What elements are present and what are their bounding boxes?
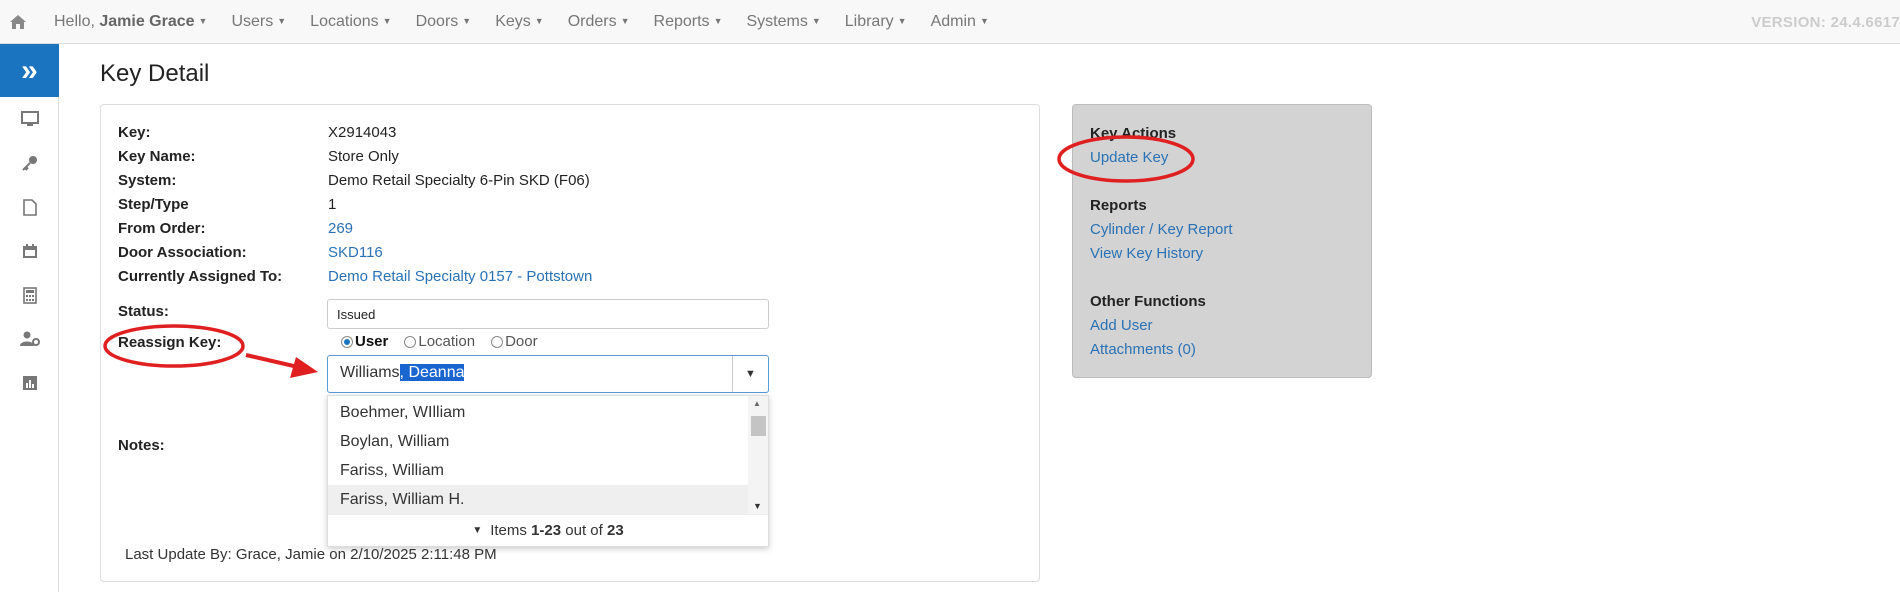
greeting-text: Hello, bbox=[54, 12, 95, 30]
calculator-icon[interactable] bbox=[0, 273, 59, 317]
caret-down-icon: ▼ bbox=[713, 15, 723, 26]
last-update-text: Last Update By: Grace, Jamie on 2/10/202… bbox=[125, 546, 497, 563]
detail-label: From Order: bbox=[118, 220, 206, 237]
dropdown-option-hovered[interactable]: Fariss, William H. bbox=[328, 485, 748, 514]
key-detail-panel: Key: X2914043 Key Name: Store Only Syste… bbox=[100, 104, 1040, 582]
autocomplete-selection: , Deanna bbox=[399, 364, 465, 381]
home-icon[interactable] bbox=[0, 0, 36, 44]
items-count: Items 1-23 out of 23 bbox=[490, 522, 624, 539]
assigned-to-link[interactable]: Demo Retail Specialty 0157 - Pottstown bbox=[328, 268, 592, 285]
caret-down-icon: ▼ bbox=[198, 15, 208, 26]
detail-label: Currently Assigned To: bbox=[118, 268, 283, 285]
detail-value: Demo Retail Specialty 6-Pin SKD (F06) bbox=[328, 172, 590, 189]
detail-label: System: bbox=[118, 172, 177, 189]
radio-unchecked-icon bbox=[491, 335, 504, 348]
dropdown-option[interactable]: Boehmer, WIlliam bbox=[328, 398, 748, 427]
reassign-user-combobox[interactable]: Williams, Deanna ▼ bbox=[327, 355, 769, 393]
caret-down-icon: ▼ bbox=[472, 525, 483, 536]
caret-down-icon: ▼ bbox=[811, 15, 821, 26]
sidebar: » bbox=[0, 44, 59, 592]
calendar-icon[interactable] bbox=[0, 229, 59, 273]
nav-locations[interactable]: Locations ▼ bbox=[298, 13, 403, 31]
nav-systems[interactable]: Systems ▼ bbox=[734, 13, 832, 31]
detail-label: Step/Type bbox=[118, 196, 189, 213]
detail-label: Key: bbox=[118, 124, 151, 141]
update-key-link[interactable]: Update Key bbox=[1090, 149, 1168, 166]
cylinder-key-report-link[interactable]: Cylinder / Key Report bbox=[1090, 221, 1233, 238]
top-navbar: Hello, Jamie Grace ▼ Users ▼ Locations ▼ Do… bbox=[0, 0, 1900, 44]
caret-down-icon: ▼ bbox=[897, 15, 907, 26]
detail-value: 1 bbox=[328, 196, 337, 213]
key-icon[interactable] bbox=[0, 141, 59, 185]
dropdown-scrollbar[interactable]: ▲ ▼ bbox=[748, 396, 768, 514]
document-icon[interactable] bbox=[0, 185, 59, 229]
status-label: Status: bbox=[118, 303, 169, 320]
radio-unchecked-icon bbox=[404, 335, 417, 348]
user-name: Jamie Grace bbox=[99, 12, 195, 30]
caret-down-icon: ▼ bbox=[534, 15, 544, 26]
actions-panel: Key Actions Update Key Reports Cylinder … bbox=[1072, 104, 1372, 378]
monitor-icon[interactable] bbox=[0, 97, 59, 141]
reassign-label: Reassign Key: bbox=[118, 334, 222, 351]
bar-chart-icon[interactable] bbox=[0, 361, 59, 405]
radio-user[interactable]: User bbox=[341, 333, 388, 350]
status-field: Issued bbox=[327, 299, 769, 329]
dropdown-toggle-icon[interactable]: ▼ bbox=[732, 356, 768, 392]
dropdown-footer: ▼ Items 1-23 out of 23 bbox=[328, 514, 768, 546]
detail-value: X2914043 bbox=[328, 124, 397, 141]
nav-reports[interactable]: Reports ▼ bbox=[642, 13, 735, 31]
add-user-link[interactable]: Add User bbox=[1090, 317, 1153, 334]
nav-admin[interactable]: Admin ▼ bbox=[919, 13, 1001, 31]
other-functions-heading: Other Functions bbox=[1090, 293, 1206, 310]
detail-label: Key Name: bbox=[118, 148, 196, 165]
view-key-history-link[interactable]: View Key History bbox=[1090, 245, 1203, 262]
notes-label: Notes: bbox=[118, 437, 165, 454]
key-actions-heading: Key Actions bbox=[1090, 125, 1177, 142]
caret-down-icon: ▼ bbox=[462, 15, 472, 26]
radio-door[interactable]: Door bbox=[491, 333, 538, 350]
caret-down-icon: ▼ bbox=[620, 15, 630, 26]
caret-down-icon: ▼ bbox=[382, 15, 392, 26]
nav-doors[interactable]: Doors ▼ bbox=[404, 13, 484, 31]
detail-value: Store Only bbox=[328, 148, 399, 165]
nav-orders[interactable]: Orders ▼ bbox=[556, 13, 642, 31]
nav-users[interactable]: Users ▼ bbox=[219, 13, 298, 31]
door-association-link[interactable]: SKD116 bbox=[328, 244, 383, 261]
combobox-input-text[interactable]: Williams, Deanna bbox=[340, 364, 465, 382]
dropdown-option[interactable]: Boylan, William bbox=[328, 427, 748, 456]
radio-checked-icon bbox=[341, 335, 353, 348]
nav-library[interactable]: Library ▼ bbox=[833, 13, 919, 31]
nav-keys[interactable]: Keys ▼ bbox=[483, 13, 556, 31]
reassign-type-radios: User Location Door bbox=[341, 333, 538, 350]
detail-label: Door Association: bbox=[118, 244, 247, 261]
radio-location[interactable]: Location bbox=[404, 333, 475, 350]
caret-down-icon: ▼ bbox=[277, 15, 287, 26]
expand-sidebar-icon[interactable]: » bbox=[0, 44, 59, 97]
page-title: Key Detail bbox=[100, 60, 210, 87]
scroll-up-icon[interactable]: ▲ bbox=[753, 399, 761, 408]
attachments-link[interactable]: Attachments (0) bbox=[1090, 341, 1196, 358]
user-dropdown-list: Boehmer, WIlliam Boylan, William Fariss,… bbox=[327, 395, 769, 547]
user-menu[interactable]: Hello, Jamie Grace ▼ bbox=[36, 13, 219, 31]
user-settings-icon[interactable] bbox=[0, 317, 59, 361]
caret-down-icon: ▼ bbox=[979, 15, 989, 26]
scrollbar-thumb[interactable] bbox=[751, 416, 766, 436]
from-order-link[interactable]: 269 bbox=[328, 220, 353, 237]
reports-heading: Reports bbox=[1090, 197, 1147, 214]
version-label: VERSION: 24.4.6617 bbox=[1751, 14, 1900, 31]
scroll-down-icon[interactable]: ▼ bbox=[753, 501, 762, 511]
dropdown-option[interactable]: Fariss, William bbox=[328, 456, 748, 485]
